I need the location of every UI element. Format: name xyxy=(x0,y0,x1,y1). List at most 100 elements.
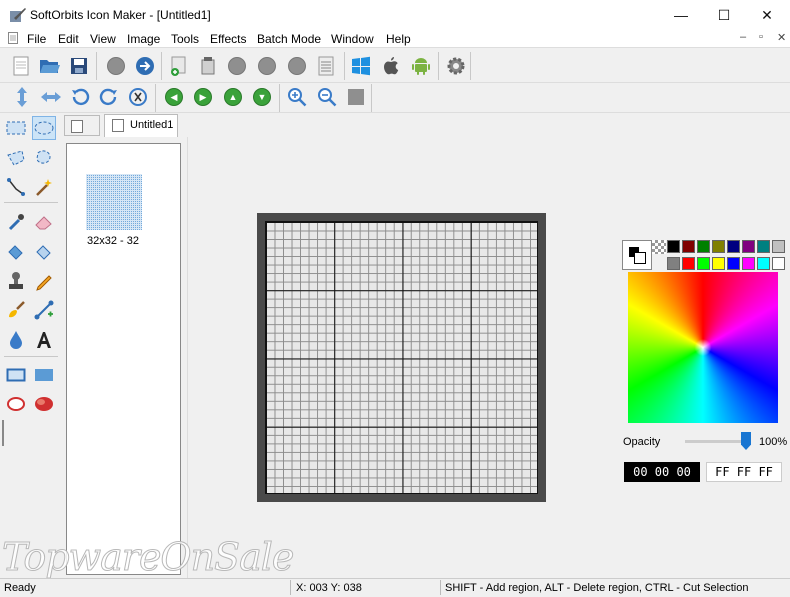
mdi-close-button[interactable]: ✕ xyxy=(777,31,786,44)
mdi-restore-button[interactable]: ▫ xyxy=(759,31,763,43)
settings-button[interactable] xyxy=(445,55,467,77)
magic-wand-tool[interactable] xyxy=(32,175,56,199)
palette-swatch[interactable] xyxy=(772,257,785,270)
toolbar-button-disabled[interactable] xyxy=(286,55,308,77)
zoom-out-button[interactable] xyxy=(316,86,338,108)
minimize-button[interactable]: — xyxy=(658,0,704,30)
line-tool[interactable] xyxy=(32,298,56,322)
brush-tool[interactable] xyxy=(4,298,28,322)
circle-icon xyxy=(258,57,276,75)
pixel-grid-canvas[interactable] xyxy=(265,221,538,494)
palette-swatch[interactable] xyxy=(712,257,725,270)
palette-swatch[interactable] xyxy=(697,257,710,270)
flip-vertical-button[interactable] xyxy=(11,86,33,108)
maximize-button[interactable]: ☐ xyxy=(701,0,747,30)
windows-icon-button[interactable] xyxy=(350,55,372,77)
status-hint: SHIFT - Add region, ALT - Delete region,… xyxy=(445,582,749,594)
move-down-button[interactable]: ▼ xyxy=(251,86,273,108)
foreground-hex-field[interactable]: 00 00 00 xyxy=(624,462,700,482)
palette-swatch[interactable] xyxy=(727,257,740,270)
ellipse-outline-tool[interactable] xyxy=(4,392,28,416)
palette-swatch[interactable] xyxy=(667,240,680,253)
rotate-left-button[interactable] xyxy=(69,86,91,108)
new-button[interactable] xyxy=(10,55,32,77)
fit-button[interactable] xyxy=(345,86,367,108)
move-up-button[interactable]: ▲ xyxy=(222,86,244,108)
text-tool[interactable] xyxy=(32,328,56,352)
menu-tools[interactable]: Tools xyxy=(171,32,199,46)
export-button[interactable] xyxy=(134,55,156,77)
eyedropper-tool[interactable] xyxy=(4,210,28,234)
palette-swatch[interactable] xyxy=(712,240,725,253)
menu-help[interactable]: Help xyxy=(386,32,411,46)
document-icon[interactable] xyxy=(8,32,18,44)
toolbar-separator xyxy=(155,84,156,112)
palette-grip[interactable] xyxy=(2,420,4,446)
color-spectrum-picker[interactable] xyxy=(628,272,778,423)
ellipse-fill-tool[interactable] xyxy=(32,392,56,416)
menu-file[interactable]: File xyxy=(27,32,46,46)
pencil-tool[interactable] xyxy=(32,269,56,293)
save-button[interactable] xyxy=(68,55,90,77)
gradient-fill-tool[interactable] xyxy=(32,240,56,264)
lasso-tool[interactable] xyxy=(32,146,56,170)
icon-thumbnail[interactable] xyxy=(86,174,142,230)
rect-select-tool[interactable] xyxy=(4,116,28,140)
transparent-swatch[interactable] xyxy=(652,240,666,254)
rotate-custom-button[interactable] xyxy=(127,86,149,108)
palette-swatch[interactable] xyxy=(682,257,695,270)
palette-swatch[interactable] xyxy=(727,240,740,253)
palette-swatch[interactable] xyxy=(682,240,695,253)
background-color[interactable] xyxy=(634,252,646,264)
background-hex-field[interactable]: FF FF FF xyxy=(706,462,782,482)
menu-image[interactable]: Image xyxy=(127,32,160,46)
move-left-button[interactable]: ◀ xyxy=(163,86,185,108)
rotate-right-button[interactable] xyxy=(98,86,120,108)
menu-effects[interactable]: Effects xyxy=(210,32,246,46)
menu-edit[interactable]: Edit xyxy=(58,32,79,46)
flip-horizontal-button[interactable] xyxy=(40,86,62,108)
toolbar-button-disabled[interactable] xyxy=(256,55,278,77)
opacity-slider-track[interactable] xyxy=(685,440,750,443)
zoom-in-button[interactable] xyxy=(286,86,308,108)
status-ready: Ready xyxy=(4,582,36,594)
stamp-tool[interactable] xyxy=(4,269,28,293)
tab-untitled1[interactable]: Untitled1 xyxy=(104,114,178,137)
blur-tool[interactable] xyxy=(4,328,28,352)
toolbar-button-disabled[interactable] xyxy=(226,55,248,77)
fill-tool[interactable] xyxy=(4,240,28,264)
tab-blank[interactable] xyxy=(64,115,100,136)
menu-window[interactable]: Window xyxy=(331,32,374,46)
menu-batch-mode[interactable]: Batch Mode xyxy=(257,32,321,46)
palette-swatch[interactable] xyxy=(757,240,770,253)
add-image-button[interactable] xyxy=(168,55,190,77)
new-file-icon xyxy=(13,56,29,76)
palette-swatch[interactable] xyxy=(697,240,710,253)
toolbar-button-disabled[interactable] xyxy=(105,55,127,77)
rectangle-outline-tool[interactable] xyxy=(4,363,28,387)
mdi-minimize-button[interactable]: – xyxy=(740,31,746,43)
crop-button[interactable] xyxy=(197,55,219,77)
open-button[interactable] xyxy=(39,55,61,77)
arrow-right-circle-icon xyxy=(136,57,154,75)
palette-swatch[interactable] xyxy=(742,257,755,270)
palette-swatch[interactable] xyxy=(742,240,755,253)
move-right-button[interactable]: ▶ xyxy=(192,86,214,108)
close-icon: ✕ xyxy=(761,6,773,23)
menu-view[interactable]: View xyxy=(90,32,116,46)
rectangle-fill-tool[interactable] xyxy=(32,363,56,387)
ellipse-select-tool[interactable] xyxy=(32,116,56,140)
path-tool[interactable] xyxy=(4,175,28,199)
properties-button[interactable] xyxy=(315,55,337,77)
polygon-lasso-tool[interactable] xyxy=(4,146,28,170)
palette-swatch[interactable] xyxy=(667,257,680,270)
android-icon-button[interactable] xyxy=(410,55,432,77)
palette-swatch[interactable] xyxy=(772,240,785,253)
maximize-icon: ☐ xyxy=(717,6,731,23)
eyedropper-icon xyxy=(8,214,24,231)
ellipse-fill-icon xyxy=(35,397,53,411)
mac-icon-button[interactable] xyxy=(380,55,402,77)
eraser-tool[interactable] xyxy=(32,210,56,234)
palette-swatch[interactable] xyxy=(757,257,770,270)
close-button[interactable]: ✕ xyxy=(744,0,790,30)
